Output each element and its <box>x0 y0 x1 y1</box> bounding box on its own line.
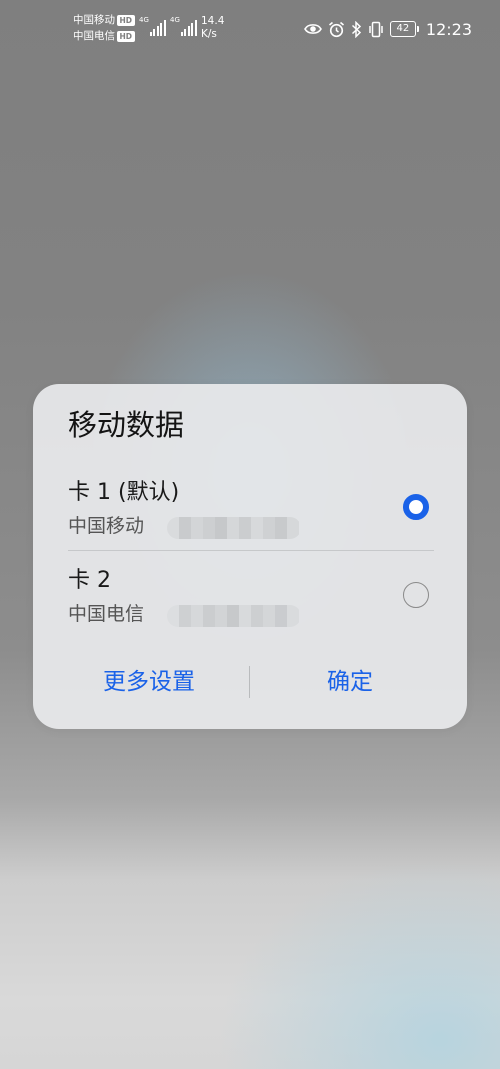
sim-option-label: 卡 2 <box>68 568 111 593</box>
vibrate-icon <box>368 21 384 38</box>
phone-number-mask <box>167 517 301 539</box>
hd-badge-1: HD <box>117 14 135 26</box>
option-divider <box>68 550 434 551</box>
confirm-button[interactable]: 确定 <box>285 658 415 706</box>
sim-1-radio[interactable] <box>403 494 429 520</box>
network-type-2: 4G <box>170 16 180 24</box>
sim-option-card-2[interactable]: 卡 2 中国电信 <box>33 562 467 642</box>
network-speed: 14.4 K/s <box>201 15 224 41</box>
bluetooth-icon <box>351 20 362 38</box>
button-divider <box>249 666 250 698</box>
network-speed-unit: K/s <box>201 28 217 40</box>
alarm-icon <box>328 21 345 38</box>
signal-2-icon: 4G <box>170 16 197 36</box>
status-bar: 中国移动 HD 中国电信 HD 4G 4G 14.4 K/s 42 12:23 <box>0 0 500 58</box>
carrier-1: 中国移动 HD <box>73 14 135 26</box>
sim-option-carrier: 中国电信 <box>68 603 145 625</box>
phone-number-mask <box>167 605 301 627</box>
eye-icon <box>303 22 322 36</box>
battery-level: 42 <box>396 23 410 34</box>
clock: 12:23 <box>425 19 472 39</box>
sim-option-label: 卡 1 (默认) <box>68 480 180 505</box>
carrier-2: 中国电信 HD <box>73 30 135 42</box>
mobile-data-dialog: 移动数据 卡 1 (默认) 中国移动 卡 2 中国电信 更多设置 确定 <box>33 384 467 729</box>
dialog-title: 移动数据 <box>68 408 185 442</box>
network-speed-value: 14.4 <box>201 15 225 27</box>
hd-badge-2: HD <box>117 30 135 42</box>
sim-2-radio[interactable] <box>403 582 429 608</box>
carrier-2-name: 中国电信 <box>73 30 115 42</box>
carrier-1-name: 中国移动 <box>73 14 115 26</box>
signal-1-icon: 4G <box>139 16 166 36</box>
sim-option-card-1[interactable]: 卡 1 (默认) 中国移动 <box>33 474 467 554</box>
more-settings-button[interactable]: 更多设置 <box>69 658 229 706</box>
sim-option-carrier: 中国移动 <box>68 515 145 537</box>
network-type-1: 4G <box>139 16 149 24</box>
battery-icon: 42 <box>389 21 419 37</box>
